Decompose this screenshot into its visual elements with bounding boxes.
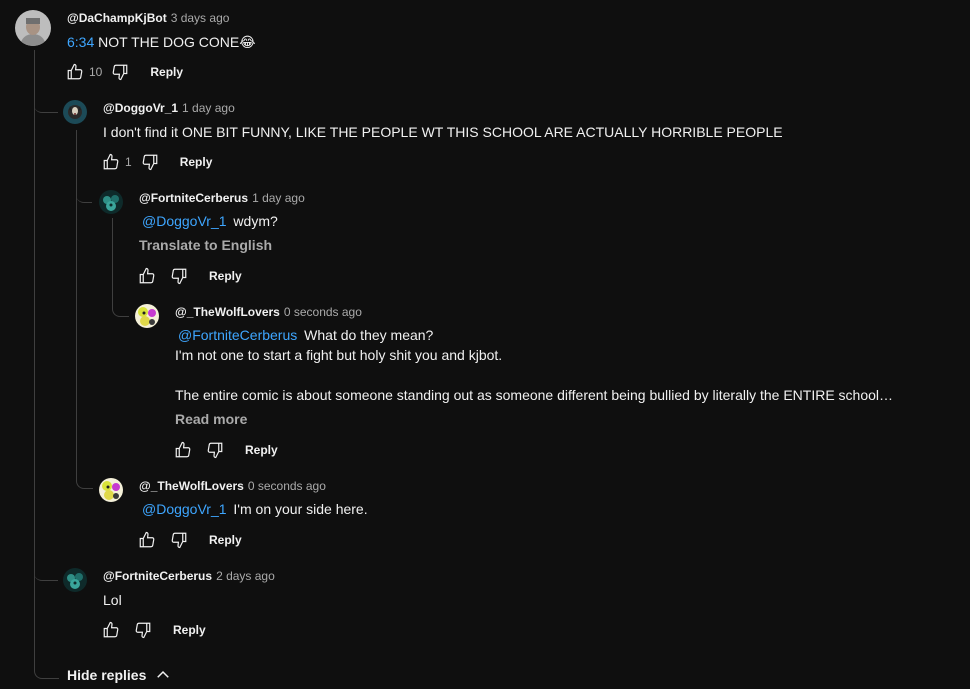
- like-icon: [139, 267, 155, 284]
- like-button[interactable]: [99, 150, 123, 174]
- comment-body: wdym?: [229, 213, 278, 229]
- comment-actions: Reply: [99, 618, 206, 642]
- comment-header: @DaChampKjBot 3 days ago: [67, 11, 229, 25]
- avatar[interactable]: [99, 190, 123, 214]
- timestamp-link[interactable]: 6:34: [67, 34, 94, 50]
- reply-button[interactable]: Reply: [209, 533, 242, 547]
- like-button[interactable]: [99, 618, 123, 642]
- mention-link[interactable]: @DoggoVr_1: [139, 213, 230, 229]
- dislike-button[interactable]: [167, 528, 191, 552]
- avatar-image: [63, 100, 87, 124]
- avatar[interactable]: [63, 100, 87, 124]
- comment-time[interactable]: 2 days ago: [216, 569, 275, 583]
- author-name[interactable]: @DoggoVr_1: [103, 101, 178, 115]
- like-icon: [103, 621, 119, 638]
- like-icon: [175, 441, 191, 458]
- avatar[interactable]: [99, 478, 123, 502]
- comment-actions: 1 Reply: [99, 150, 212, 174]
- avatar-image: [135, 304, 159, 328]
- like-icon: [103, 153, 119, 170]
- comment-time[interactable]: 3 days ago: [171, 11, 230, 25]
- comment-text: @FortniteCerberus What do they mean?: [175, 327, 433, 343]
- like-count: 1: [125, 155, 132, 169]
- thread-line-branch-3: [76, 184, 92, 203]
- like-icon: [139, 531, 155, 548]
- avatar-image: [99, 190, 123, 214]
- like-button[interactable]: [135, 264, 159, 288]
- dislike-button[interactable]: [131, 618, 155, 642]
- comment-body: What do they mean?: [300, 327, 434, 343]
- dislike-button[interactable]: [167, 264, 191, 288]
- like-icon: [67, 63, 83, 80]
- thread-line-main: [34, 50, 59, 679]
- author-name[interactable]: @_TheWolfLovers: [175, 305, 280, 319]
- comments-section: @DaChampKjBot 3 days ago 6:34 NOT THE DOG…: [0, 0, 970, 689]
- comment-text: 6:34 NOT THE DOG CONE😂: [67, 34, 256, 51]
- read-more-link[interactable]: Read more: [175, 411, 247, 427]
- comment-header: @_TheWolfLovers 0 seconds ago: [175, 305, 362, 319]
- dislike-icon: [171, 532, 187, 549]
- author-name[interactable]: @FortniteCerberus: [103, 569, 212, 583]
- hide-replies-button[interactable]: Hide replies: [67, 666, 172, 684]
- comment-actions: Reply: [135, 528, 242, 552]
- avatar-image: [63, 568, 87, 592]
- like-button[interactable]: [63, 60, 87, 84]
- dislike-button[interactable]: [108, 60, 132, 84]
- thread-line-branch-1: [34, 90, 58, 113]
- dislike-icon: [113, 64, 128, 81]
- comment-time[interactable]: 0 seconds ago: [248, 479, 326, 493]
- mention-link[interactable]: @DoggoVr_1: [139, 501, 230, 517]
- emoji: 😂: [239, 34, 256, 50]
- comment-body: I'm on your side here.: [229, 501, 368, 517]
- like-button[interactable]: [171, 438, 195, 462]
- comment-time[interactable]: 1 day ago: [182, 101, 235, 115]
- avatar[interactable]: [135, 304, 159, 328]
- reply-button[interactable]: Reply: [245, 443, 278, 457]
- comment-actions: Reply: [135, 264, 242, 288]
- dislike-icon: [142, 154, 158, 171]
- author-name[interactable]: @DaChampKjBot: [67, 11, 167, 25]
- comment-text: @DoggoVr_1 I'm on your side here.: [139, 501, 368, 517]
- reply-button[interactable]: Reply: [173, 623, 206, 637]
- comment-header: @DoggoVr_1 1 day ago: [103, 101, 235, 115]
- reply-button[interactable]: Reply: [150, 65, 183, 79]
- comment-header: @FortniteCerberus 2 days ago: [103, 569, 275, 583]
- comment-text: @DoggoVr_1 wdym?: [139, 213, 278, 229]
- comment-time[interactable]: 0 seconds ago: [284, 305, 362, 319]
- translate-link[interactable]: Translate to English: [139, 237, 272, 253]
- like-count: 10: [89, 65, 103, 79]
- reply-button[interactable]: Reply: [209, 269, 242, 283]
- comment-text-line: The entire comic is about someone standi…: [175, 387, 894, 403]
- dislike-icon: [135, 622, 151, 639]
- avatar-image: [15, 10, 51, 46]
- thread-line-branch-6: [34, 560, 58, 581]
- comment-header: @_TheWolfLovers 0 seconds ago: [139, 479, 326, 493]
- thread-line-level3: [112, 218, 129, 317]
- comment-time[interactable]: 1 day ago: [252, 191, 305, 205]
- comment-actions: 10 Reply: [63, 60, 183, 84]
- dislike-button[interactable]: [203, 438, 227, 462]
- hide-replies-label: Hide replies: [67, 667, 147, 683]
- avatar[interactable]: [63, 568, 87, 592]
- comment-text: I don't find it ONE BIT FUNNY, LIKE THE …: [103, 124, 783, 140]
- dislike-button[interactable]: [138, 150, 162, 174]
- comment-text: Lol: [103, 592, 122, 608]
- author-name[interactable]: @FortniteCerberus: [139, 191, 248, 205]
- author-name[interactable]: @_TheWolfLovers: [139, 479, 244, 493]
- comment-actions: Reply: [171, 438, 278, 462]
- mention-link[interactable]: @FortniteCerberus: [175, 327, 300, 343]
- dislike-icon: [207, 442, 223, 459]
- comment-body: NOT THE DOG CONE: [94, 34, 240, 50]
- dislike-icon: [171, 268, 187, 285]
- like-button[interactable]: [135, 528, 159, 552]
- reply-button[interactable]: Reply: [180, 155, 213, 169]
- comment-header: @FortniteCerberus 1 day ago: [139, 191, 305, 205]
- avatar-image: [99, 478, 123, 502]
- chevron-up-icon: [157, 670, 170, 678]
- avatar[interactable]: [15, 10, 51, 46]
- comment-text-line: I'm not one to start a fight but holy sh…: [175, 347, 503, 363]
